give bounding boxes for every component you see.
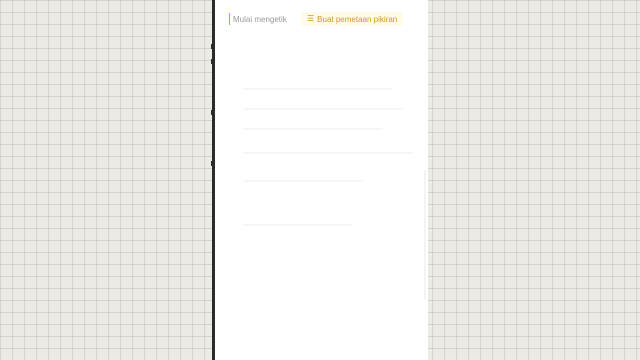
side-button (211, 59, 214, 64)
faded-line (243, 128, 383, 130)
faded-line (243, 88, 393, 90)
faded-line (243, 152, 413, 154)
faded-line (243, 180, 363, 182)
phone-screen: ☰ Buat pemetaan pikiran (211, 0, 428, 360)
faded-line (243, 108, 403, 110)
side-button (211, 161, 214, 166)
create-mindmap-button[interactable]: ☰ Buat pemetaan pikiran (301, 12, 404, 26)
faded-line (243, 224, 353, 226)
list-icon: ☰ (307, 14, 315, 23)
side-button (211, 110, 214, 115)
side-button (211, 44, 214, 49)
scrollbar[interactable] (424, 170, 426, 300)
editor-header: ☰ Buat pemetaan pikiran (229, 9, 418, 29)
create-mindmap-label: Buat pemetaan pikiran (317, 14, 398, 24)
note-text-input[interactable] (229, 13, 293, 25)
